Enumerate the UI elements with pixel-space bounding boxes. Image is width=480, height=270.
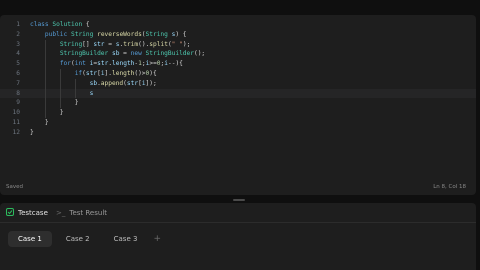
tab-test-result[interactable]: >_ Test Result <box>56 203 107 223</box>
terminal-icon: >_ <box>56 209 66 217</box>
checkbox-icon <box>6 208 14 218</box>
cursor-position[interactable]: Ln 8, Col 18 <box>433 179 466 195</box>
code-editor[interactable]: 1 class Solution { 2 public String revers… <box>0 15 476 195</box>
code-line[interactable]: 7 sb.append(str[i]); <box>0 79 476 89</box>
indent-guide <box>59 69 61 109</box>
code-text: if(str[i].length()>0){ <box>74 69 157 77</box>
save-status: Saved <box>6 184 23 190</box>
add-case-button[interactable]: + <box>153 231 161 247</box>
code-text: } <box>30 118 49 126</box>
case-1-button[interactable]: Case 1 <box>8 231 52 247</box>
code-line[interactable]: 10 } <box>0 108 476 118</box>
code-text: } <box>30 128 34 136</box>
code-text: } <box>30 99 79 107</box>
code-line[interactable]: 11 } <box>0 118 476 128</box>
code-text: for(int i=str.length-1;i>=0;i--){ <box>59 60 183 68</box>
line-number: 9 <box>16 99 20 107</box>
line-number: 7 <box>16 79 20 87</box>
line-number: 5 <box>16 60 20 68</box>
code-text: s <box>89 89 94 97</box>
code-text: public String reverseWords(String s) { <box>44 30 187 38</box>
line-number: 11 <box>12 118 20 126</box>
line-number: 8 <box>16 89 20 97</box>
code-area[interactable]: 1 class Solution { 2 public String revers… <box>0 20 476 138</box>
line-number: 12 <box>12 128 20 136</box>
line-number: 3 <box>16 40 20 48</box>
code-text: StringBuilder sb = new StringBuilder(); <box>59 50 206 58</box>
code-line[interactable]: 12} <box>0 128 476 138</box>
code-text: String[] str = s.trim().split(" "); <box>59 40 191 48</box>
case-selector: Case 1 Case 2 Case 3 + <box>8 231 161 247</box>
case-2-button[interactable]: Case 2 <box>56 231 100 247</box>
code-line-current[interactable]: 8 s <box>0 88 476 99</box>
line-number: 6 <box>16 69 20 77</box>
code-line[interactable]: 4 StringBuilder sb = new StringBuilder()… <box>0 49 476 59</box>
tab-test-result-label: Test Result <box>69 209 108 217</box>
editor-status-bar: Saved Ln 8, Col 18 <box>0 179 476 195</box>
code-line[interactable]: 2 public String reverseWords(String s) { <box>0 30 476 40</box>
test-panel: Testcase >_ Test Result Case 1 Case 2 Ca… <box>0 203 476 270</box>
tab-testcase-label: Testcase <box>18 209 48 217</box>
panel-tabs: Testcase >_ Test Result <box>0 203 476 223</box>
code-line[interactable]: 6 if(str[i].length()>0){ <box>0 69 476 79</box>
indent-guide <box>44 39 46 118</box>
line-number: 4 <box>16 50 20 58</box>
code-line[interactable]: 9 } <box>0 98 476 108</box>
code-line[interactable]: 1 class Solution { <box>0 20 476 30</box>
line-number: 1 <box>16 21 20 28</box>
panel-resize-handle[interactable] <box>233 199 245 201</box>
line-number: 10 <box>12 109 20 117</box>
code-text: } <box>30 109 64 117</box>
tab-testcase[interactable]: Testcase <box>6 203 48 223</box>
code-line[interactable]: 5 for(int i=str.length-1;i>=0;i--){ <box>0 59 476 69</box>
code-text: class Solution { <box>30 21 90 28</box>
code-text: sb.append(str[i]); <box>89 79 157 87</box>
case-3-button[interactable]: Case 3 <box>104 231 148 247</box>
code-line[interactable]: 3 String[] str = s.trim().split(" "); <box>0 40 476 50</box>
indent-guide <box>74 78 76 99</box>
line-number: 2 <box>16 30 20 38</box>
